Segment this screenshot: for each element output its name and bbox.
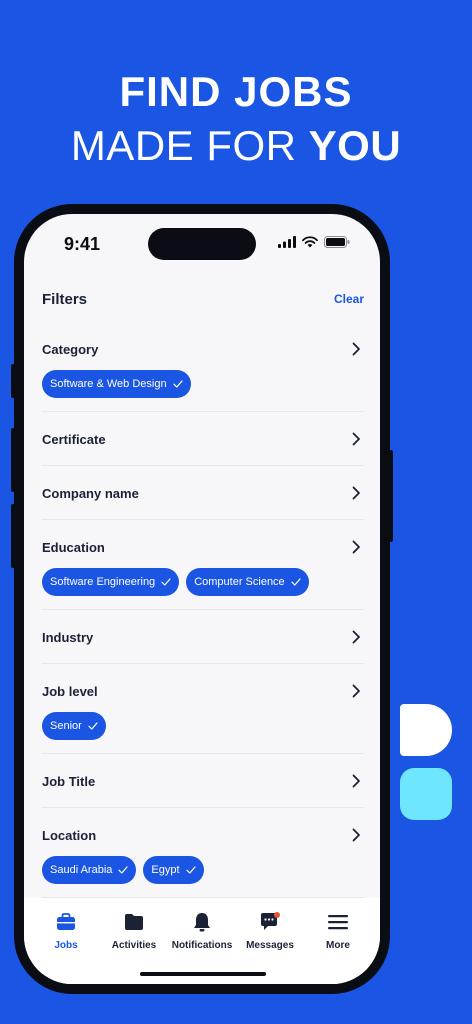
filter-row-education[interactable]: Education xyxy=(42,534,364,560)
tab-label: More xyxy=(326,940,350,951)
filter-label: Location xyxy=(42,827,97,843)
chip-label: Software Engineering xyxy=(50,576,156,588)
filter-section-job-level: Job level Senior xyxy=(42,664,364,754)
home-indicator xyxy=(140,972,266,976)
headline-line-2-emphasis: YOU xyxy=(308,122,402,169)
headline-line-1: FIND JOBS xyxy=(119,68,353,115)
tab-label: Activities xyxy=(111,940,157,951)
filter-label: Job level xyxy=(42,683,98,699)
filter-chip[interactable]: Software & Web Design xyxy=(42,370,191,398)
phone-frame: 9:41 Filters Clear Category Software & W… xyxy=(11,204,393,994)
headline: FIND JOBS MADE FOR YOU xyxy=(0,66,472,174)
check-icon xyxy=(161,578,171,586)
chevron-right-icon xyxy=(352,342,360,356)
filter-row-job-level[interactable]: Job level xyxy=(42,678,364,704)
tab-label: Messages xyxy=(246,940,294,951)
tab-more[interactable]: More xyxy=(305,910,371,984)
brand-logo-shape-white xyxy=(400,704,452,756)
filter-section-industry: Industry xyxy=(42,610,364,664)
filter-section-education: Education Software Engineering Computer … xyxy=(42,520,364,610)
status-time: 9:41 xyxy=(64,234,101,254)
headline-line-2-prefix: MADE FOR xyxy=(70,122,309,169)
headline-line-2: MADE FOR YOU xyxy=(0,118,472,174)
chip-label: Saudi Arabia xyxy=(50,864,113,876)
battery-icon xyxy=(324,236,350,248)
chevron-right-icon xyxy=(352,432,360,446)
briefcase-icon xyxy=(56,910,76,934)
chip-label: Senior xyxy=(50,720,82,732)
filter-label: Company name xyxy=(42,485,139,501)
filters-title: Filters xyxy=(42,290,88,308)
clear-filters-button[interactable]: Clear xyxy=(334,292,364,306)
check-icon xyxy=(185,866,196,874)
filter-chip[interactable]: Software Engineering xyxy=(42,568,180,596)
filter-section-location: Location Saudi Arabia Egypt xyxy=(42,808,364,898)
filter-list: Category Software & Web Design Certifica… xyxy=(42,322,364,898)
status-bar: 9:41 xyxy=(24,214,380,274)
tab-label: Jobs xyxy=(54,940,78,951)
chip-group: Senior xyxy=(42,712,364,740)
phone-mute-switch xyxy=(11,364,15,398)
phone-volume-up xyxy=(11,428,15,492)
filter-row-certificate[interactable]: Certificate xyxy=(42,426,364,452)
chevron-right-icon xyxy=(352,540,360,554)
brand-logo-shape-cyan xyxy=(400,768,452,820)
filter-label: Industry xyxy=(42,629,94,645)
phone-screen: 9:41 Filters Clear Category Software & W… xyxy=(24,214,380,984)
status-icons xyxy=(278,236,350,248)
chevron-right-icon xyxy=(352,684,360,698)
check-icon xyxy=(291,578,301,586)
check-icon xyxy=(172,380,183,388)
chevron-right-icon xyxy=(352,630,360,644)
chevron-right-icon xyxy=(352,828,360,842)
filter-section-company-name: Company name xyxy=(42,466,364,520)
filter-chip[interactable]: Senior xyxy=(42,712,106,740)
filter-label: Category xyxy=(42,341,99,357)
filter-chip[interactable]: Computer Science xyxy=(186,568,309,596)
chevron-right-icon xyxy=(352,486,360,500)
filter-row-company-name[interactable]: Company name xyxy=(42,480,364,506)
check-icon xyxy=(88,722,98,730)
signal-icon xyxy=(278,236,296,248)
chip-group: Software Engineering Computer Science xyxy=(42,568,364,596)
filters-header: Filters Clear xyxy=(42,284,364,314)
chip-label: Computer Science xyxy=(194,576,285,588)
chip-label: Egypt xyxy=(151,864,180,876)
filter-row-job-title[interactable]: Job Title xyxy=(42,768,364,794)
tab-label: Notifications xyxy=(171,940,233,951)
filter-row-industry[interactable]: Industry xyxy=(42,624,364,650)
chevron-right-icon xyxy=(352,774,360,788)
folder-icon xyxy=(124,910,144,934)
phone-power-button xyxy=(389,450,393,542)
filter-row-location[interactable]: Location xyxy=(42,822,364,848)
filter-section-job-title: Job Title xyxy=(42,754,364,808)
filter-label: Education xyxy=(42,539,105,555)
dynamic-island xyxy=(148,228,256,260)
phone-volume-down xyxy=(11,504,15,568)
filter-chip[interactable]: Saudi Arabia xyxy=(42,856,137,884)
bell-icon xyxy=(193,910,211,934)
filter-chip[interactable]: Egypt xyxy=(143,856,204,884)
bottom-tab-bar: Jobs Activities Notifications Messages M… xyxy=(24,898,380,984)
chip-label: Software & Web Design xyxy=(50,378,167,390)
filter-row-category[interactable]: Category xyxy=(42,336,364,362)
tab-jobs[interactable]: Jobs xyxy=(33,910,99,984)
chat-icon xyxy=(259,910,281,934)
filter-label: Certificate xyxy=(42,431,106,447)
chip-group: Saudi Arabia Egypt xyxy=(42,856,364,884)
wifi-icon xyxy=(302,236,318,248)
check-icon xyxy=(118,866,128,874)
menu-icon xyxy=(328,910,348,934)
filter-label: Job Title xyxy=(42,773,96,789)
chip-group: Software & Web Design xyxy=(42,370,364,398)
filter-section-category: Category Software & Web Design xyxy=(42,322,364,412)
filter-section-certificate: Certificate xyxy=(42,412,364,466)
